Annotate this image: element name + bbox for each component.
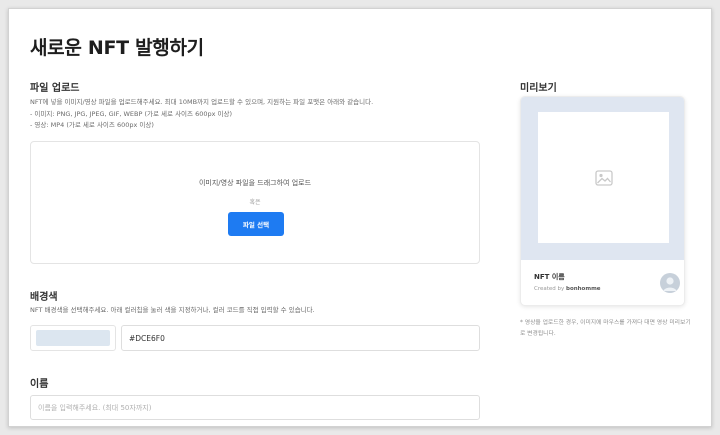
preview-image-placeholder <box>538 112 669 243</box>
upload-description: NFT에 넣을 이미지/영상 파일을 업로드해주세요. 최대 10MB까지 업로… <box>30 97 373 132</box>
file-select-button[interactable]: 파일 선택 <box>228 212 284 236</box>
preview-created-by: Created by bonhomme <box>534 286 601 292</box>
upload-desc-video-formats: - 영상: MP4 (가로 세로 사이즈 600px 이상) <box>30 121 154 129</box>
page-title: 새로운 NFT 발행하기 <box>30 37 204 59</box>
user-avatar-icon <box>663 277 677 291</box>
preview-note: * 영상을 업로드한 경우, 이미지에 마우스를 가져다 대면 영상 미리보기로… <box>520 320 691 337</box>
background-section-title: 배경색 <box>30 292 58 303</box>
drop-zone-text: 이미지/영상 파일을 드래그하여 업로드 <box>198 179 312 187</box>
color-chip-button[interactable] <box>30 325 116 351</box>
preview-section-title: 미리보기 <box>520 83 557 94</box>
avatar <box>660 273 680 293</box>
nft-preview-card: NFT 이름 Created by bonhomme <box>520 96 685 306</box>
image-placeholder-icon <box>594 169 613 186</box>
background-description: NFT 배경색을 선택해주세요. 아래 컬러칩을 눌러 색을 지정하거나, 컬러… <box>30 306 315 314</box>
upload-desc-line: NFT에 넣을 이미지/영상 파일을 업로드해주세요. 최대 10MB까지 업로… <box>30 98 374 106</box>
preview-media-area <box>521 97 684 260</box>
color-code-input[interactable] <box>121 325 480 351</box>
upload-desc-image-formats: - 이미지: PNG, JPG, JPEG, GIF, WEBP (가로 세로 … <box>30 109 233 118</box>
drop-zone-or: 혹은 <box>249 199 261 206</box>
creator-name: bonhomme <box>566 286 601 292</box>
name-input[interactable] <box>30 395 480 420</box>
upload-section-title: 파일 업로드 <box>30 83 80 94</box>
app-window: 새로운 NFT 발행하기 파일 업로드 NFT에 넣을 이미지/영상 파일을 업… <box>8 8 712 427</box>
name-section-title: 이름 <box>30 379 49 390</box>
created-by-label: Created by <box>534 286 565 292</box>
color-chip-fill <box>36 330 110 346</box>
preview-nft-name: NFT 이름 <box>534 273 565 281</box>
file-drop-zone[interactable]: 이미지/영상 파일을 드래그하여 업로드 혹은 파일 선택 <box>30 141 480 264</box>
